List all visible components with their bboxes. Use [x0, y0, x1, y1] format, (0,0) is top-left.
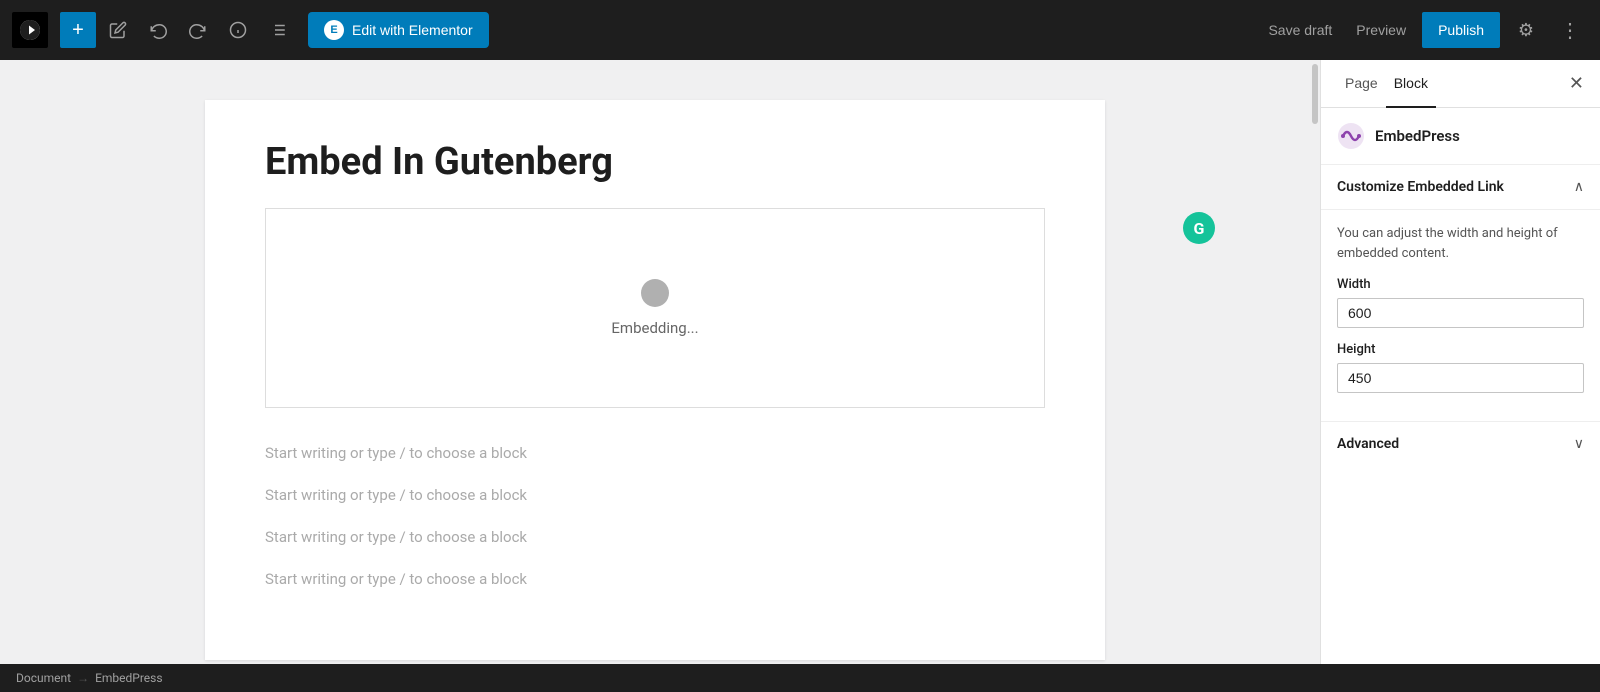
grammarly-icon: G: [1183, 212, 1215, 244]
embedding-text: Embedding...: [611, 319, 698, 337]
undo-button[interactable]: [140, 12, 176, 48]
publish-button[interactable]: Publish: [1422, 12, 1500, 48]
embedpress-header: EmbedPress: [1321, 108, 1600, 165]
elementor-icon: E: [324, 20, 344, 40]
editor-scrollbar[interactable]: [1310, 60, 1320, 664]
add-block-button[interactable]: +: [60, 12, 96, 48]
preview-button[interactable]: Preview: [1348, 22, 1414, 38]
width-field-group: Width: [1337, 277, 1584, 342]
sidebar-content: EmbedPress Customize Embedded Link ∧ You…: [1321, 108, 1600, 664]
status-separator: →: [77, 671, 89, 685]
redo-button[interactable]: [180, 12, 216, 48]
placeholder-block-2[interactable]: Start writing or type / to choose a bloc…: [265, 474, 1045, 516]
list-view-button[interactable]: [260, 12, 296, 48]
embedpress-label: EmbedPress: [1375, 127, 1460, 145]
tab-page[interactable]: Page: [1337, 60, 1386, 108]
embed-spinner: [641, 279, 669, 307]
toolbar: + E Edit with Elementor Save draft Previ…: [0, 0, 1600, 60]
page-title: Embed In Gutenberg: [265, 140, 1045, 184]
page-content: Embed In Gutenberg Embedding... Start wr…: [205, 100, 1105, 660]
status-document: Document: [16, 671, 71, 685]
advanced-section-header[interactable]: Advanced ∨: [1321, 421, 1600, 466]
close-sidebar-button[interactable]: ✕: [1569, 60, 1584, 107]
placeholder-block-3[interactable]: Start writing or type / to choose a bloc…: [265, 516, 1045, 558]
wp-logo: [12, 12, 48, 48]
info-button[interactable]: [220, 12, 256, 48]
main-area: Embed In Gutenberg Embedding... Start wr…: [0, 60, 1600, 664]
settings-button[interactable]: ⚙: [1508, 12, 1544, 48]
advanced-chevron-icon: ∨: [1574, 436, 1584, 452]
customize-chevron-icon: ∧: [1574, 179, 1584, 195]
height-field-group: Height: [1337, 342, 1584, 407]
status-bar: Document → EmbedPress: [0, 664, 1600, 692]
editor-scroll-thumb: [1312, 64, 1318, 124]
more-options-button[interactable]: ⋮: [1552, 12, 1588, 48]
tab-block[interactable]: Block: [1386, 60, 1436, 108]
save-draft-button[interactable]: Save draft: [1260, 22, 1340, 38]
customize-section-title: Customize Embedded Link: [1337, 179, 1504, 195]
width-label: Width: [1337, 277, 1584, 292]
sidebar-tabs: Page Block ✕: [1321, 60, 1600, 108]
customize-section-body: You can adjust the width and height of e…: [1321, 210, 1600, 421]
embedpress-logo-icon: [1337, 122, 1365, 150]
edit-pen-button[interactable]: [100, 12, 136, 48]
width-input[interactable]: [1337, 298, 1584, 328]
height-label: Height: [1337, 342, 1584, 357]
placeholder-block-1[interactable]: Start writing or type / to choose a bloc…: [265, 432, 1045, 474]
customize-description: You can adjust the width and height of e…: [1337, 224, 1584, 263]
editor-area[interactable]: Embed In Gutenberg Embedding... Start wr…: [0, 60, 1310, 664]
status-context: EmbedPress: [95, 671, 163, 685]
edit-with-elementor-button[interactable]: E Edit with Elementor: [308, 12, 489, 48]
placeholder-block-4[interactable]: Start writing or type / to choose a bloc…: [265, 558, 1045, 600]
height-input[interactable]: [1337, 363, 1584, 393]
sidebar-panel: Page Block ✕ EmbedPress Customize Embedd…: [1320, 60, 1600, 664]
embed-block[interactable]: Embedding...: [265, 208, 1045, 408]
advanced-section-title: Advanced: [1337, 436, 1399, 452]
customize-section-header[interactable]: Customize Embedded Link ∧: [1321, 165, 1600, 210]
